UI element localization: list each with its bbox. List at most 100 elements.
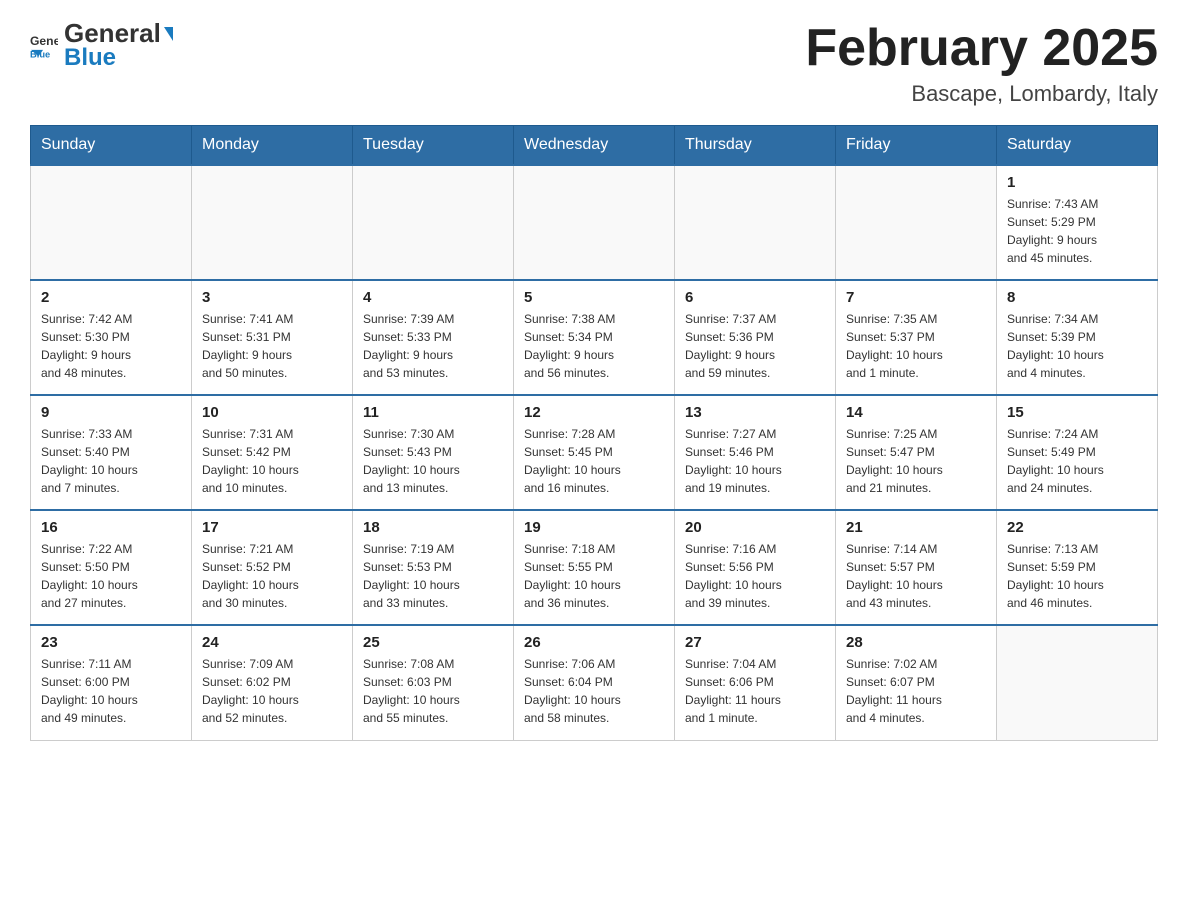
day-number: 7 <box>846 289 986 306</box>
calendar-cell <box>353 165 514 280</box>
calendar-cell: 13 Sunrise: 7:27 AM Sunset: 5:46 PM Dayli… <box>675 395 836 510</box>
calendar-cell <box>836 165 997 280</box>
day-info: Sunrise: 7:41 AM Sunset: 5:31 PM Dayligh… <box>202 310 342 382</box>
svg-text:Blue: Blue <box>30 49 50 59</box>
calendar-cell: 23 Sunrise: 7:11 AM Sunset: 6:00 PM Dayli… <box>31 625 192 740</box>
weekday-header-saturday: Saturday <box>997 126 1158 166</box>
calendar-cell: 5 Sunrise: 7:38 AM Sunset: 5:34 PM Daylig… <box>514 280 675 395</box>
calendar-cell: 16 Sunrise: 7:22 AM Sunset: 5:50 PM Dayli… <box>31 510 192 625</box>
week-row-4: 16 Sunrise: 7:22 AM Sunset: 5:50 PM Dayli… <box>31 510 1158 625</box>
day-info: Sunrise: 7:37 AM Sunset: 5:36 PM Dayligh… <box>685 310 825 382</box>
calendar-table: SundayMondayTuesdayWednesdayThursdayFrid… <box>30 125 1158 741</box>
day-number: 25 <box>363 634 503 651</box>
day-info: Sunrise: 7:27 AM Sunset: 5:46 PM Dayligh… <box>685 425 825 497</box>
calendar-cell <box>192 165 353 280</box>
day-info: Sunrise: 7:25 AM Sunset: 5:47 PM Dayligh… <box>846 425 986 497</box>
calendar-cell: 19 Sunrise: 7:18 AM Sunset: 5:55 PM Dayli… <box>514 510 675 625</box>
calendar-cell: 2 Sunrise: 7:42 AM Sunset: 5:30 PM Daylig… <box>31 280 192 395</box>
day-number: 10 <box>202 404 342 421</box>
day-number: 17 <box>202 519 342 536</box>
calendar-cell: 3 Sunrise: 7:41 AM Sunset: 5:31 PM Daylig… <box>192 280 353 395</box>
day-info: Sunrise: 7:38 AM Sunset: 5:34 PM Dayligh… <box>524 310 664 382</box>
week-row-2: 2 Sunrise: 7:42 AM Sunset: 5:30 PM Daylig… <box>31 280 1158 395</box>
day-info: Sunrise: 7:06 AM Sunset: 6:04 PM Dayligh… <box>524 655 664 727</box>
calendar-cell <box>514 165 675 280</box>
logo-icon: General Blue <box>30 31 58 59</box>
calendar-cell: 4 Sunrise: 7:39 AM Sunset: 5:33 PM Daylig… <box>353 280 514 395</box>
day-number: 28 <box>846 634 986 651</box>
day-number: 3 <box>202 289 342 306</box>
weekday-header-monday: Monday <box>192 126 353 166</box>
weekday-header-friday: Friday <box>836 126 997 166</box>
day-info: Sunrise: 7:16 AM Sunset: 5:56 PM Dayligh… <box>685 540 825 612</box>
week-row-5: 23 Sunrise: 7:11 AM Sunset: 6:00 PM Dayli… <box>31 625 1158 740</box>
week-row-3: 9 Sunrise: 7:33 AM Sunset: 5:40 PM Daylig… <box>31 395 1158 510</box>
day-number: 26 <box>524 634 664 651</box>
day-info: Sunrise: 7:30 AM Sunset: 5:43 PM Dayligh… <box>363 425 503 497</box>
day-number: 1 <box>1007 174 1147 191</box>
day-info: Sunrise: 7:08 AM Sunset: 6:03 PM Dayligh… <box>363 655 503 727</box>
day-info: Sunrise: 7:31 AM Sunset: 5:42 PM Dayligh… <box>202 425 342 497</box>
day-info: Sunrise: 7:42 AM Sunset: 5:30 PM Dayligh… <box>41 310 181 382</box>
svg-text:General: General <box>30 34 58 48</box>
day-number: 19 <box>524 519 664 536</box>
calendar-cell: 28Sunrise: 7:02 AM Sunset: 6:07 PM Dayli… <box>836 625 997 740</box>
day-number: 6 <box>685 289 825 306</box>
day-info: Sunrise: 7:43 AM Sunset: 5:29 PM Dayligh… <box>1007 195 1147 267</box>
day-info: Sunrise: 7:09 AM Sunset: 6:02 PM Dayligh… <box>202 655 342 727</box>
week-row-1: 1 Sunrise: 7:43 AM Sunset: 5:29 PM Daylig… <box>31 165 1158 280</box>
day-number: 8 <box>1007 289 1147 306</box>
title-section: February 2025 Bascape, Lombardy, Italy <box>805 20 1158 107</box>
day-info: Sunrise: 7:24 AM Sunset: 5:49 PM Dayligh… <box>1007 425 1147 497</box>
calendar-cell: 1 Sunrise: 7:43 AM Sunset: 5:29 PM Daylig… <box>997 165 1158 280</box>
calendar-cell <box>31 165 192 280</box>
calendar-cell: 22Sunrise: 7:13 AM Sunset: 5:59 PM Dayli… <box>997 510 1158 625</box>
day-info: Sunrise: 7:39 AM Sunset: 5:33 PM Dayligh… <box>363 310 503 382</box>
day-number: 15 <box>1007 404 1147 421</box>
day-info: Sunrise: 7:28 AM Sunset: 5:45 PM Dayligh… <box>524 425 664 497</box>
day-number: 24 <box>202 634 342 651</box>
calendar-cell: 6 Sunrise: 7:37 AM Sunset: 5:36 PM Daylig… <box>675 280 836 395</box>
day-info: Sunrise: 7:33 AM Sunset: 5:40 PM Dayligh… <box>41 425 181 497</box>
day-info: Sunrise: 7:35 AM Sunset: 5:37 PM Dayligh… <box>846 310 986 382</box>
day-number: 22 <box>1007 519 1147 536</box>
calendar-cell: 21Sunrise: 7:14 AM Sunset: 5:57 PM Dayli… <box>836 510 997 625</box>
calendar-cell: 15 Sunrise: 7:24 AM Sunset: 5:49 PM Dayli… <box>997 395 1158 510</box>
day-info: Sunrise: 7:11 AM Sunset: 6:00 PM Dayligh… <box>41 655 181 727</box>
day-number: 2 <box>41 289 181 306</box>
calendar-cell: 27Sunrise: 7:04 AM Sunset: 6:06 PM Dayli… <box>675 625 836 740</box>
weekday-header-thursday: Thursday <box>675 126 836 166</box>
day-number: 5 <box>524 289 664 306</box>
calendar-cell <box>997 625 1158 740</box>
day-number: 4 <box>363 289 503 306</box>
day-number: 20 <box>685 519 825 536</box>
calendar-cell: 14 Sunrise: 7:25 AM Sunset: 5:47 PM Dayli… <box>836 395 997 510</box>
calendar-cell: 18 Sunrise: 7:19 AM Sunset: 5:53 PM Dayli… <box>353 510 514 625</box>
weekday-header-wednesday: Wednesday <box>514 126 675 166</box>
day-number: 16 <box>41 519 181 536</box>
calendar-cell: 24 Sunrise: 7:09 AM Sunset: 6:02 PM Dayli… <box>192 625 353 740</box>
day-number: 9 <box>41 404 181 421</box>
calendar-cell: 11Sunrise: 7:30 AM Sunset: 5:43 PM Dayli… <box>353 395 514 510</box>
calendar-cell: 8Sunrise: 7:34 AM Sunset: 5:39 PM Daylig… <box>997 280 1158 395</box>
day-info: Sunrise: 7:22 AM Sunset: 5:50 PM Dayligh… <box>41 540 181 612</box>
day-info: Sunrise: 7:18 AM Sunset: 5:55 PM Dayligh… <box>524 540 664 612</box>
day-info: Sunrise: 7:19 AM Sunset: 5:53 PM Dayligh… <box>363 540 503 612</box>
calendar-cell: 17 Sunrise: 7:21 AM Sunset: 5:52 PM Dayli… <box>192 510 353 625</box>
calendar-cell: 12 Sunrise: 7:28 AM Sunset: 5:45 PM Dayli… <box>514 395 675 510</box>
day-number: 18 <box>363 519 503 536</box>
calendar-cell <box>675 165 836 280</box>
day-number: 14 <box>846 404 986 421</box>
day-number: 23 <box>41 634 181 651</box>
calendar-cell: 9 Sunrise: 7:33 AM Sunset: 5:40 PM Daylig… <box>31 395 192 510</box>
logo-general-text: General <box>64 20 173 46</box>
calendar-cell: 10 Sunrise: 7:31 AM Sunset: 5:42 PM Dayli… <box>192 395 353 510</box>
logo-blue-text: Blue <box>64 46 173 70</box>
page-header: General Blue General Blue February 2025 … <box>30 20 1158 107</box>
day-number: 13 <box>685 404 825 421</box>
weekday-header-sunday: Sunday <box>31 126 192 166</box>
day-info: Sunrise: 7:21 AM Sunset: 5:52 PM Dayligh… <box>202 540 342 612</box>
day-number: 12 <box>524 404 664 421</box>
weekday-header-row: SundayMondayTuesdayWednesdayThursdayFrid… <box>31 126 1158 166</box>
logo: General Blue General Blue <box>30 20 173 70</box>
